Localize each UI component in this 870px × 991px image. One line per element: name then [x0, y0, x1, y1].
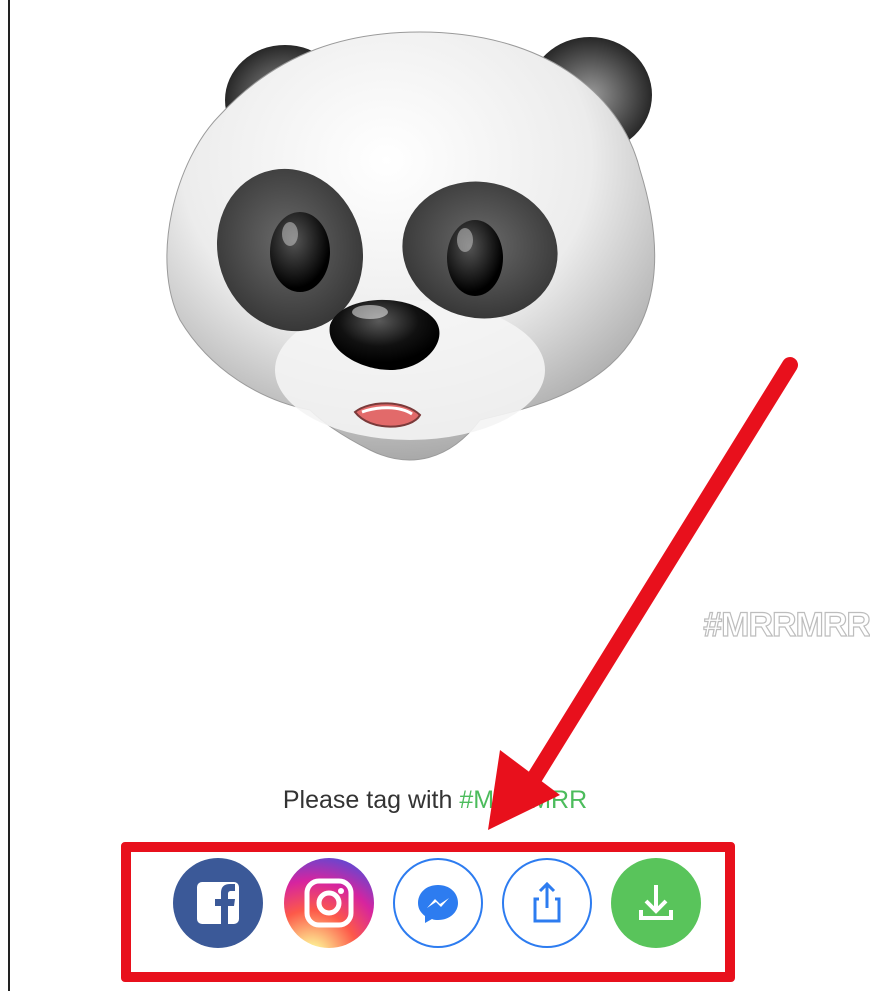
instagram-icon: [304, 878, 354, 928]
messenger-icon: [418, 885, 458, 923]
right-eye: [447, 220, 503, 296]
instagram-button[interactable]: [284, 858, 374, 948]
share-icon: [533, 881, 561, 923]
share-button[interactable]: [502, 858, 592, 948]
download-icon: [639, 885, 673, 920]
left-border: [8, 0, 10, 991]
facebook-icon: [197, 882, 239, 924]
left-eye: [270, 212, 330, 292]
tag-prefix: Please tag with: [282, 786, 460, 814]
facebook-button[interactable]: [173, 858, 263, 948]
messenger-button[interactable]: [393, 858, 483, 948]
hashtag: #MRRMRR: [459, 786, 588, 814]
panda-animoji: [166, 31, 656, 461]
download-button[interactable]: [611, 858, 701, 948]
tag-instruction: Please tag with #MRRMRR: [0, 786, 870, 815]
watermark: #MRRMRR: [703, 605, 870, 644]
